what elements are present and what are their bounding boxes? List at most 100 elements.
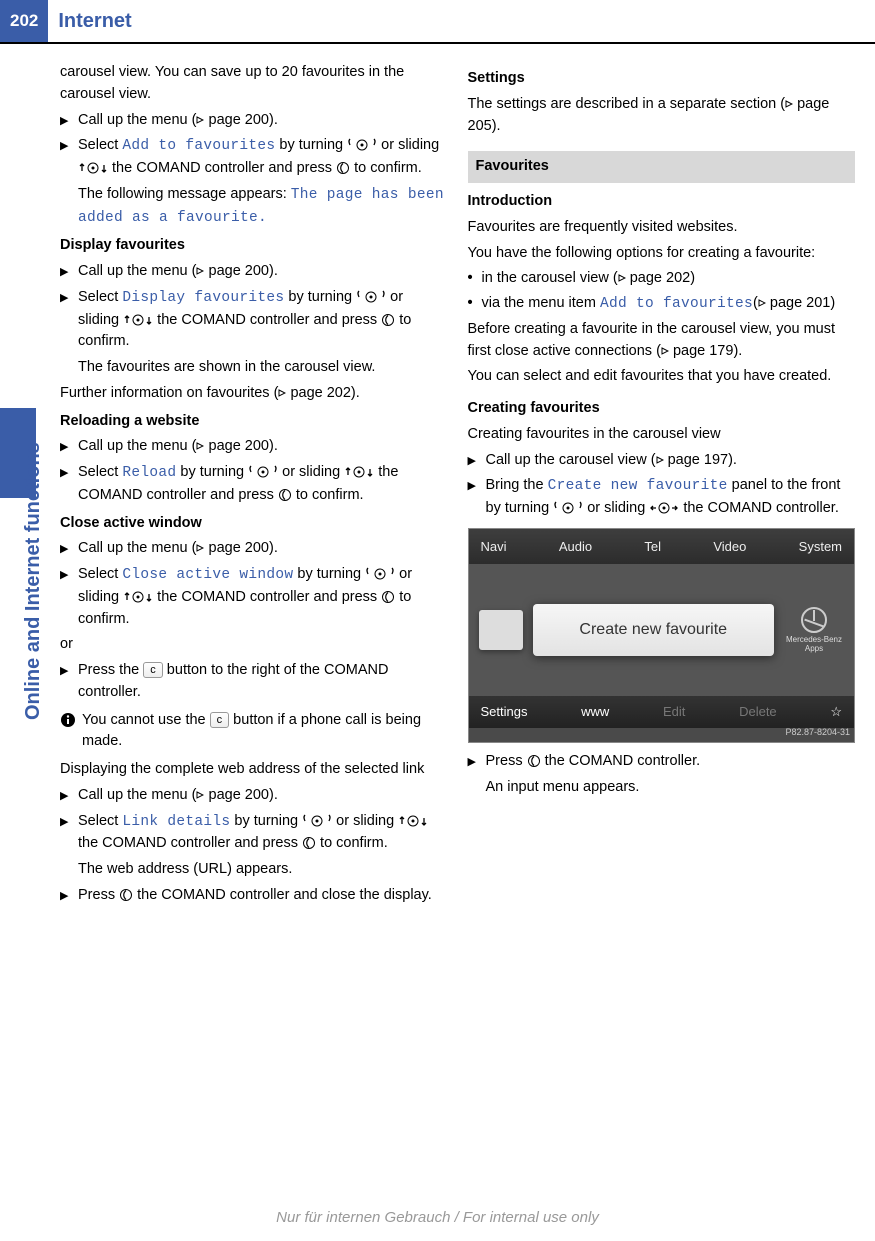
ui-reload: Reload	[122, 465, 176, 481]
sidebar-title: Online and Internet functions	[18, 442, 48, 720]
heading-creating-favourites: Creating favourites	[468, 398, 856, 420]
turn-icon	[356, 290, 386, 304]
page-header: 202 Internet	[0, 0, 875, 44]
step-callup-menu: ▶ Call up the menu ( page 200).	[60, 110, 448, 132]
page-ref-icon	[278, 389, 286, 397]
or-text: or	[60, 634, 448, 656]
press-icon	[278, 488, 292, 502]
ui-display-favourites: Display favourites	[122, 290, 284, 306]
press-icon	[119, 888, 133, 902]
menu-edit: Edit	[663, 702, 685, 722]
press-icon	[336, 161, 350, 175]
turn-icon	[302, 814, 332, 828]
footer-internal-use: Nur für internen Gebrauch / For internal…	[0, 1207, 875, 1230]
press-icon	[381, 313, 395, 327]
further-info: Further information on favourites ( page…	[60, 383, 448, 405]
heading-settings: Settings	[468, 68, 856, 90]
bullet-carousel: • in the carousel view ( page 202)	[468, 268, 856, 290]
c-button-key: c	[143, 662, 163, 678]
step-reload: ▶ Select Reload by turning or sliding th…	[60, 462, 448, 507]
info-icon	[60, 712, 76, 728]
step-press-c: ▶ Press the c button to the right of the…	[60, 660, 448, 704]
step-callup-menu: ▶ Call up the menu ( page 200).	[60, 785, 448, 807]
ui-add-to-favourites: Add to favourites	[122, 138, 275, 154]
comand-screenshot: Navi Audio Tel Video System Create new f…	[468, 528, 856, 743]
info-note: You cannot use the c button if a phone c…	[60, 710, 448, 754]
intro-text: carousel view. You can save up to 20 fav…	[60, 62, 448, 106]
step-result: The web address (URL) appears.	[78, 859, 448, 881]
page-ref-icon	[196, 267, 204, 275]
screenshot-top-menu: Navi Audio Tel Video System	[469, 529, 855, 565]
turn-icon	[553, 501, 583, 515]
press-icon	[302, 836, 316, 850]
ui-close-active-window: Close active window	[122, 567, 293, 583]
display-address-intro: Displaying the complete web address of t…	[60, 759, 448, 781]
heading-display-favourites: Display favourites	[60, 235, 448, 257]
slide-vertical-icon	[123, 313, 153, 327]
step-callup-menu: ▶ Call up the menu ( page 200).	[60, 538, 448, 560]
intro-text: You have the following options for creat…	[468, 243, 856, 265]
mercedes-star-icon	[801, 607, 827, 633]
slide-vertical-icon	[344, 465, 374, 479]
step-press-close: ▶ Press the COMAND controller and close …	[60, 885, 448, 907]
heading-close-window: Close active window	[60, 513, 448, 535]
c-button-key: c	[210, 712, 230, 728]
heading-reload: Reloading a website	[60, 411, 448, 433]
slide-horizontal-icon	[649, 501, 679, 515]
page-ref-icon	[196, 544, 204, 552]
slide-vertical-icon	[78, 161, 108, 175]
page-number: 202	[0, 0, 48, 42]
page-ref-icon	[196, 116, 204, 124]
page-ref-icon	[196, 791, 204, 799]
carousel-card-left	[479, 610, 523, 650]
turn-icon	[347, 138, 377, 152]
menu-audio: Audio	[559, 537, 592, 557]
settings-text: The settings are described in a separate…	[468, 94, 856, 138]
section-favourites: Favourites	[468, 151, 856, 183]
step-close-window: ▶ Select Close active window by turning …	[60, 564, 448, 630]
page-ref-icon	[656, 456, 664, 464]
menu-navi: Navi	[481, 537, 507, 557]
menu-delete: Delete	[739, 702, 777, 722]
press-icon	[527, 754, 541, 768]
page-ref-icon	[758, 299, 766, 307]
ui-create-new-favourite: Create new favourite	[548, 478, 728, 494]
step-callup-carousel: ▶ Call up the carousel view ( page 197).	[468, 450, 856, 472]
mb-apps-logo: Mercedes-Benz Apps	[784, 607, 844, 654]
menu-www: www	[581, 702, 609, 722]
right-column: Settings The settings are described in a…	[468, 62, 856, 911]
create-subtitle: Creating favourites in the carousel view	[468, 424, 856, 446]
intro-text: You can select and edit favourites that …	[468, 366, 856, 388]
screenshot-caption: P82.87-8204-31	[785, 726, 850, 740]
menu-fav-icon: ☆	[830, 702, 842, 722]
left-column: carousel view. You can save up to 20 fav…	[60, 62, 448, 911]
step-result: An input menu appears.	[486, 777, 856, 799]
bullet-menu-item: • via the menu item Add to favourites( p…	[468, 293, 856, 316]
intro-text: Before creating a favourite in the carou…	[468, 319, 856, 363]
menu-tel: Tel	[644, 537, 661, 557]
step-result: The following message appears: The page …	[78, 184, 448, 230]
heading-introduction: Introduction	[468, 191, 856, 213]
ui-link-details: Link details	[122, 814, 230, 830]
turn-icon	[248, 465, 278, 479]
page-ref-icon	[661, 347, 669, 355]
step-press-controller: ▶ Press the COMAND controller.	[468, 751, 856, 773]
step-callup-menu: ▶ Call up the menu ( page 200).	[60, 261, 448, 283]
menu-settings: Settings	[481, 702, 528, 722]
step-callup-menu: ▶ Call up the menu ( page 200).	[60, 436, 448, 458]
intro-text: Favourites are frequently visited websit…	[468, 217, 856, 239]
menu-video: Video	[713, 537, 746, 557]
step-display-favourites: ▶ Select Display favourites by turning o…	[60, 287, 448, 353]
step-add-favourites: ▶ Select Add to favourites by turning or…	[60, 135, 448, 180]
press-icon	[381, 590, 395, 604]
page-ref-icon	[618, 274, 626, 282]
ui-add-to-favourites: Add to favourites	[600, 296, 753, 312]
menu-system: System	[799, 537, 842, 557]
page-title: Internet	[48, 0, 141, 42]
step-result: The favourites are shown in the carousel…	[78, 357, 448, 379]
slide-vertical-icon	[398, 814, 428, 828]
carousel-center-card: Create new favourite	[533, 604, 775, 656]
slide-vertical-icon	[123, 590, 153, 604]
screenshot-bottom-menu: Settings www Edit Delete ☆	[469, 696, 855, 728]
step-create-favourite: ▶ Bring the Create new favourite panel t…	[468, 475, 856, 520]
